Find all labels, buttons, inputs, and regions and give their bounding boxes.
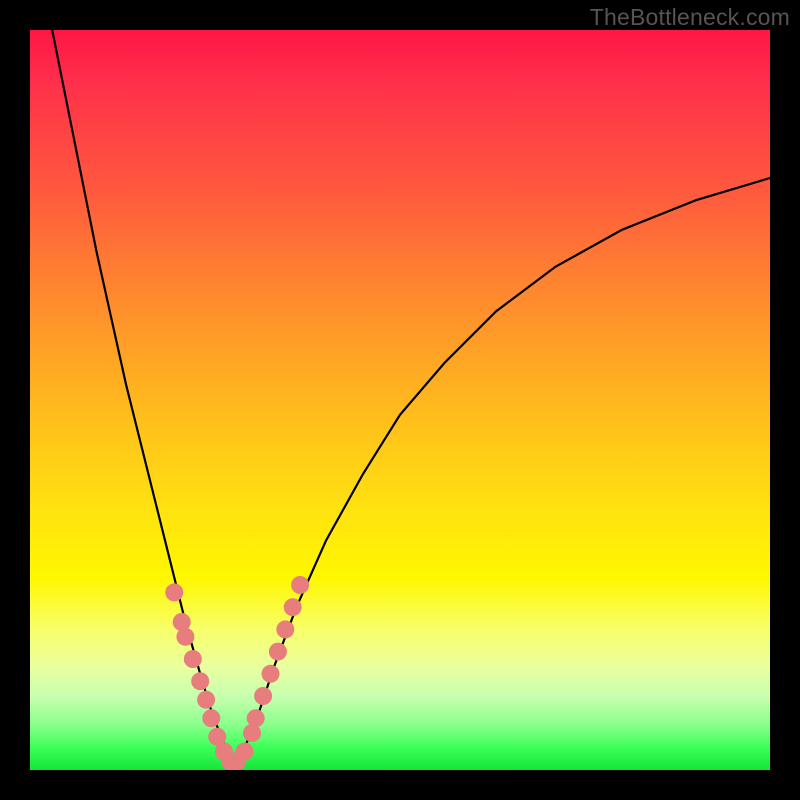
- scatter-dot: [247, 709, 265, 727]
- plot-area: [30, 30, 770, 770]
- scatter-dot: [236, 743, 254, 761]
- scatter-dot: [176, 628, 194, 646]
- scatter-dot: [284, 598, 302, 616]
- scatter-dot: [191, 672, 209, 690]
- scatter-dot: [262, 665, 280, 683]
- scatter-dot: [291, 576, 309, 594]
- scatter-dot: [254, 687, 272, 705]
- scatter-dot: [165, 583, 183, 601]
- scatter-dot: [276, 620, 294, 638]
- scatter-dot: [202, 709, 220, 727]
- scatter-dot: [197, 691, 215, 709]
- scatter-dots: [165, 576, 309, 770]
- chart-frame: TheBottleneck.com: [0, 0, 800, 800]
- scatter-dot: [184, 650, 202, 668]
- curve-right: [234, 178, 771, 763]
- curve-left: [52, 30, 233, 763]
- curve-layer: [30, 30, 770, 770]
- watermark-text: TheBottleneck.com: [590, 4, 790, 31]
- scatter-dot: [269, 643, 287, 661]
